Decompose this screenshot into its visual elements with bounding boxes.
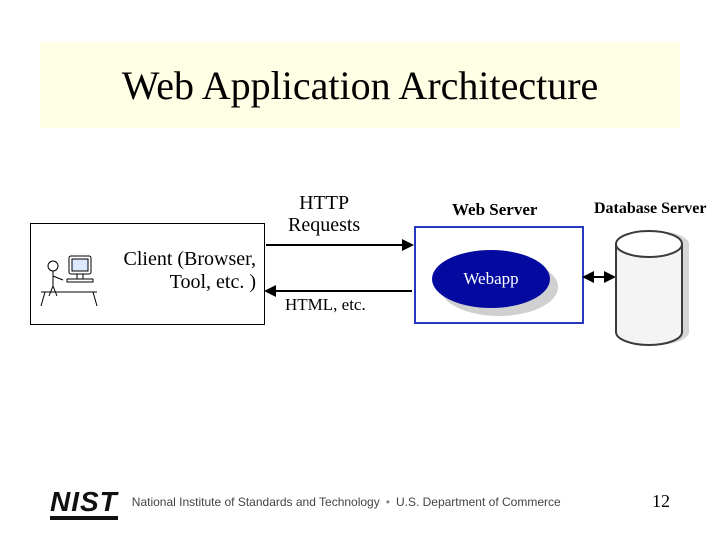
web-server-label: Web Server [452, 200, 537, 220]
request-arrow [266, 244, 412, 246]
client-box: Client (Browser, Tool, etc. ) [30, 223, 265, 325]
footer: NIST National Institute of Standards and… [50, 486, 561, 518]
slide-title: Web Application Architecture [122, 62, 599, 109]
database-server-label: Database Server [594, 200, 706, 218]
footer-separator: • [386, 495, 390, 509]
database-icon [610, 230, 690, 355]
nist-logo: NIST [50, 486, 118, 518]
client-line1: Client (Browser, [123, 248, 256, 270]
response-label: HTML, etc. [285, 295, 366, 315]
webapp-node: Webapp [432, 250, 550, 308]
client-label: Client (Browser, Tool, etc. ) [123, 248, 256, 294]
footer-dept: U.S. Department of Commerce [396, 495, 561, 509]
footer-org: National Institute of Standards and Tech… [132, 495, 380, 509]
client-icon [39, 252, 99, 307]
request-label: HTTP Requests [288, 192, 360, 236]
response-arrow [266, 290, 412, 292]
title-band: Web Application Architecture [40, 42, 680, 128]
page-number: 12 [652, 491, 670, 512]
client-line2: Tool, etc. ) [170, 271, 256, 293]
slide: Web Application Architecture Client (Bro… [0, 0, 720, 540]
